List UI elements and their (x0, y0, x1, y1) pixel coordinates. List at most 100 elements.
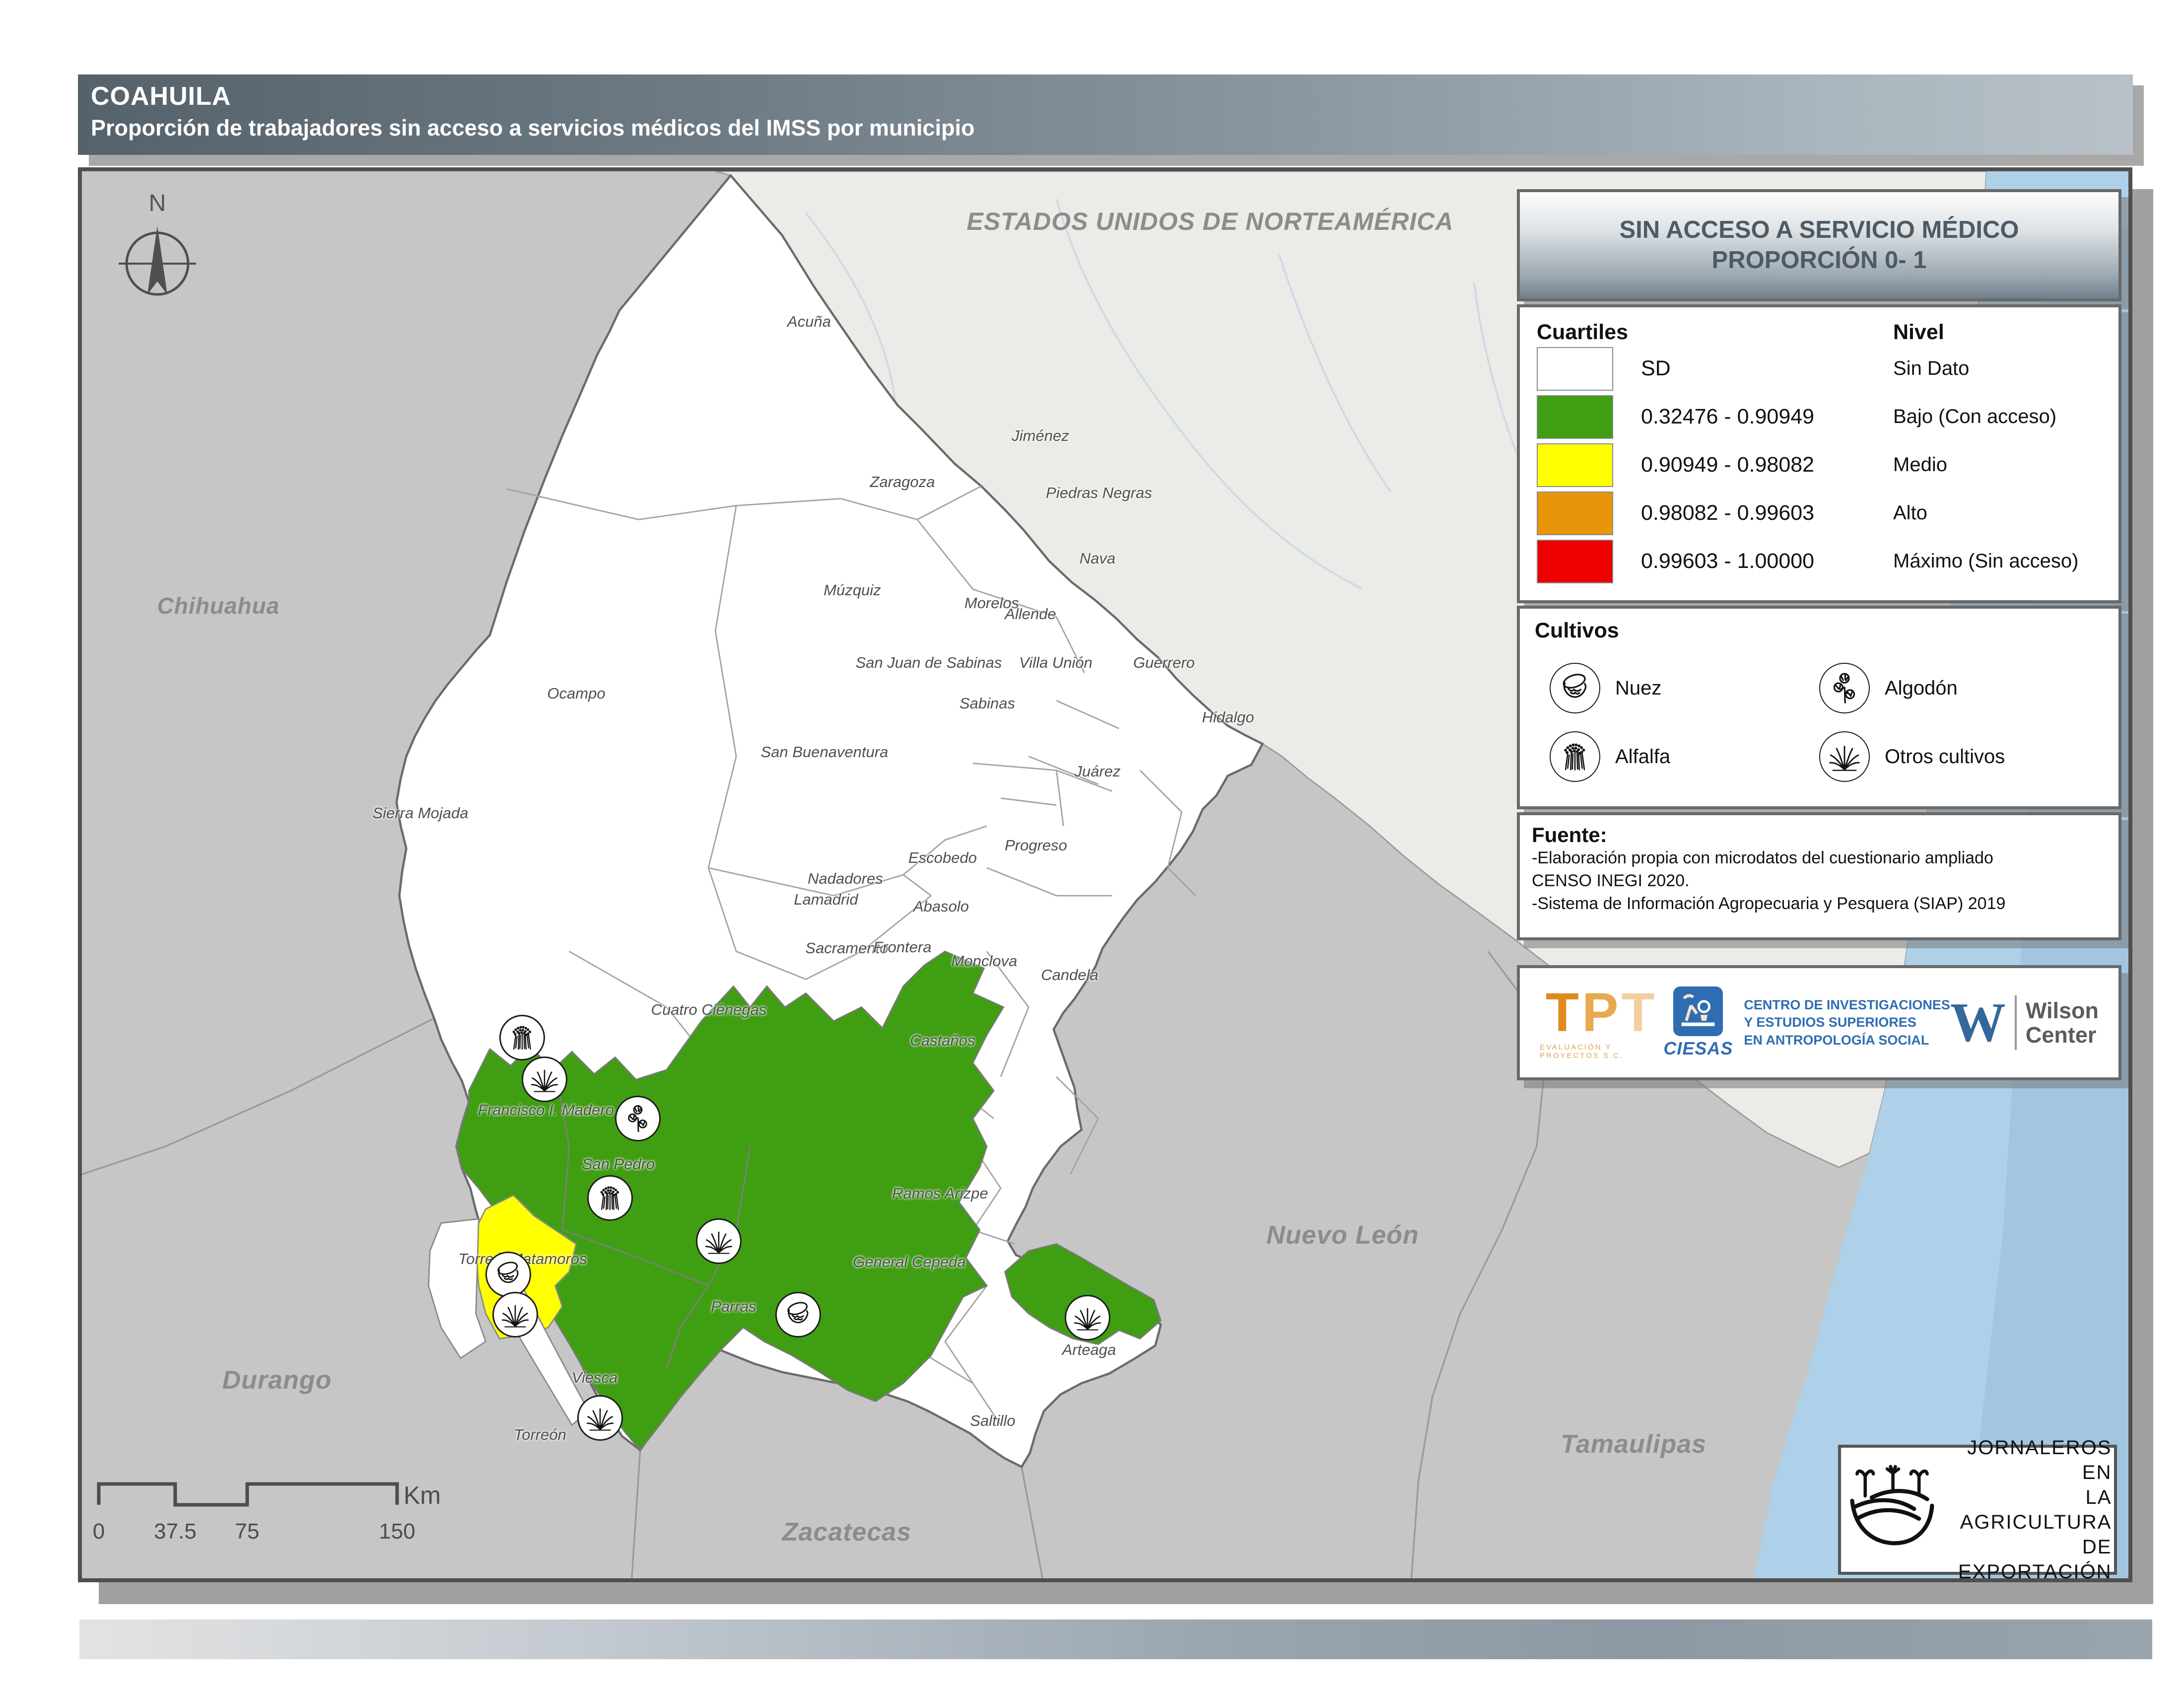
ciesas-line: CENTRO DE INVESTIGACIONES (1744, 996, 1950, 1014)
cultivo-item: Alfalfa (1550, 731, 1819, 782)
legend-range: 0.32476 - 0.90949 (1641, 405, 1814, 429)
cultivo-icon (1819, 663, 1870, 713)
cultivo-label: Alfalfa (1615, 746, 1670, 768)
legend-row: SD Sin Dato (1537, 345, 2102, 393)
wilson-line1: Wilson (2026, 998, 2099, 1023)
crop-marker-icon (775, 1292, 821, 1337)
logos-box: TPT EVALUACIÓN Y PROYECTOS S.C. (1517, 965, 2121, 1080)
cultivo-icon (1550, 663, 1600, 713)
jornaleros-text: JORNALEROS ENLA AGRICULTURADE EXPORTACIÓ… (1958, 1435, 2118, 1584)
municipality-label: Ramos Arizpe (892, 1185, 988, 1202)
crop-marker-icon (587, 1175, 633, 1221)
legend-row: 0.98082 - 0.99603 Alto (1537, 489, 2102, 537)
legend-color-swatch (1537, 492, 1613, 535)
fuente-box: Fuente: -Elaboración propia con microdat… (1517, 812, 2121, 940)
municipality-label: Ocampo (547, 685, 605, 703)
tpt-logo: TPT EVALUACIÓN Y PROYECTOS S.C. (1540, 985, 1663, 1060)
wilson-line2: Center (2026, 1023, 2099, 1048)
municipality-label: Escobedo (908, 849, 977, 867)
municipality-label: San Pedro (582, 1155, 655, 1173)
ciesas-line: Y ESTUDIOS SUPERIORES (1744, 1014, 1950, 1031)
crop-marker-icon (485, 1252, 531, 1297)
wilson-center-logo: W Wilson Center (1950, 995, 2099, 1051)
legend-title-box: SIN ACCESO A SERVICIO MÉDICO PROPORCIÓN … (1517, 189, 2121, 301)
cultivos-title: Cultivos (1535, 619, 2104, 643)
municipality-label: San Juan de Sabinas (856, 654, 1002, 672)
crop-marker-icon (499, 1015, 545, 1060)
region-label: Durango (222, 1365, 332, 1395)
municipality-label: Parras (711, 1298, 756, 1316)
municipality-label: Piedras Negras (1046, 484, 1152, 502)
legend-row: 0.32476 - 0.90949 Bajo (Con acceso) (1537, 393, 2102, 441)
municipality-label: General Cepeda (853, 1253, 966, 1271)
legend-range: 0.98082 - 0.99603 (1641, 501, 1814, 525)
municipality-label: Viesca (572, 1369, 618, 1387)
legend-level: Alto (1893, 502, 2102, 524)
legend-row: 0.90949 - 0.98082 Medio (1537, 441, 2102, 489)
wilson-w-icon: W (1950, 995, 2006, 1051)
cultivos-grid: Nuez Algodón Alfalfa (1535, 663, 2104, 782)
tpt-letter-t2: T (1621, 982, 1657, 1043)
municipality-label: Múzquiz (823, 581, 881, 599)
municipality-label: Progreso (1005, 837, 1067, 854)
compass-needle-icon (147, 226, 167, 294)
legend-col-quartiles: Cuartiles (1537, 320, 1628, 345)
ciesas-line: EN ANTROPOLOGÍA SOCIAL (1744, 1032, 1950, 1049)
municipality-label: Monclova (952, 952, 1018, 970)
municipality-label: Francisco I. Madero (478, 1101, 614, 1119)
region-label: Chihuahua (157, 592, 280, 619)
fuente-line: -Sistema de Información Agropecuaria y P… (1532, 893, 2107, 915)
legend-cultivos-box: Cultivos Nuez Algodón (1517, 606, 2121, 809)
legend-level: Sin Dato (1893, 357, 2102, 380)
scale-unit: Km (404, 1481, 441, 1509)
legend-level: Medio (1893, 454, 2102, 476)
north-arrow: N (112, 188, 206, 312)
tpt-letter-p: P (1582, 982, 1621, 1043)
municipality-label: Jiménez (1012, 427, 1069, 445)
municipality-label: Cuatro Ciénegas (651, 1001, 767, 1019)
scale-tick-0: 0 (93, 1519, 105, 1544)
fuente-title: Fuente: (1532, 823, 2107, 847)
legend-col-level: Nivel (1893, 320, 2102, 345)
cultivo-item: Algodón (1819, 663, 2089, 713)
scale-tick-37: 37.5 (154, 1519, 197, 1544)
legend-color-swatch (1537, 347, 1613, 391)
municipality-label: Sierra Mojada (373, 804, 469, 822)
legend-color-swatch (1537, 395, 1613, 439)
cultivo-icon (1819, 731, 1870, 782)
municipality-label: Nadadores (808, 870, 883, 888)
crop-marker-icon (492, 1292, 538, 1337)
ciesas-acronym: CIESAS (1663, 1038, 1733, 1059)
legend-rows: SD Sin Dato 0.32476 - 0.90949 Bajo (Con … (1537, 345, 2102, 585)
tpt-letter-t1: T (1546, 982, 1582, 1043)
crop-marker-icon (1065, 1295, 1110, 1340)
legend-title-line1: SIN ACCESO A SERVICIO MÉDICO (1620, 215, 2019, 245)
municipality-label: San Buenaventura (761, 743, 888, 761)
legend-range: 0.90949 - 0.98082 (1641, 453, 1814, 477)
municipality-label: Zaragoza (870, 473, 935, 491)
legend-color-swatch (1537, 540, 1613, 583)
scale-bar-shape (99, 1484, 397, 1505)
wilson-divider (2015, 995, 2017, 1050)
cultivo-icon (1550, 731, 1600, 782)
municipality-label: Candela (1041, 966, 1098, 984)
fuente-line: -Elaboración propia con microdatos del c… (1532, 847, 2107, 870)
jornaleros-field-icon (1844, 1455, 1958, 1564)
fuente-lines: -Elaboración propia con microdatos del c… (1532, 847, 2107, 915)
crop-marker-icon (522, 1056, 567, 1102)
jornaleros-line: LA AGRICULTURA (1958, 1485, 2112, 1535)
municipality-label: Allende (1005, 605, 1056, 623)
crop-marker-icon (577, 1395, 623, 1441)
cultivo-label: Nuez (1615, 677, 1661, 700)
crop-marker-icon (615, 1096, 661, 1141)
bottom-strip (79, 1619, 2152, 1659)
cultivo-item: Otros cultivos (1819, 731, 2089, 782)
municipality-label: Sabinas (959, 695, 1015, 712)
legend-range: SD (1641, 356, 1671, 381)
legend-level: Máximo (Sin acceso) (1893, 550, 2102, 572)
crop-marker-icon (696, 1218, 742, 1264)
legend-quartiles-box: Cuartiles Nivel SD Sin Dato 0.32476 - 0.… (1517, 304, 2121, 603)
legend-range: 0.99603 - 1.00000 (1641, 549, 1814, 573)
municipality-label: Frontera (873, 938, 931, 956)
map-frame: N 0 37.5 75 150 Km ESTADOS UNIDOS DE NOR… (78, 167, 2132, 1582)
